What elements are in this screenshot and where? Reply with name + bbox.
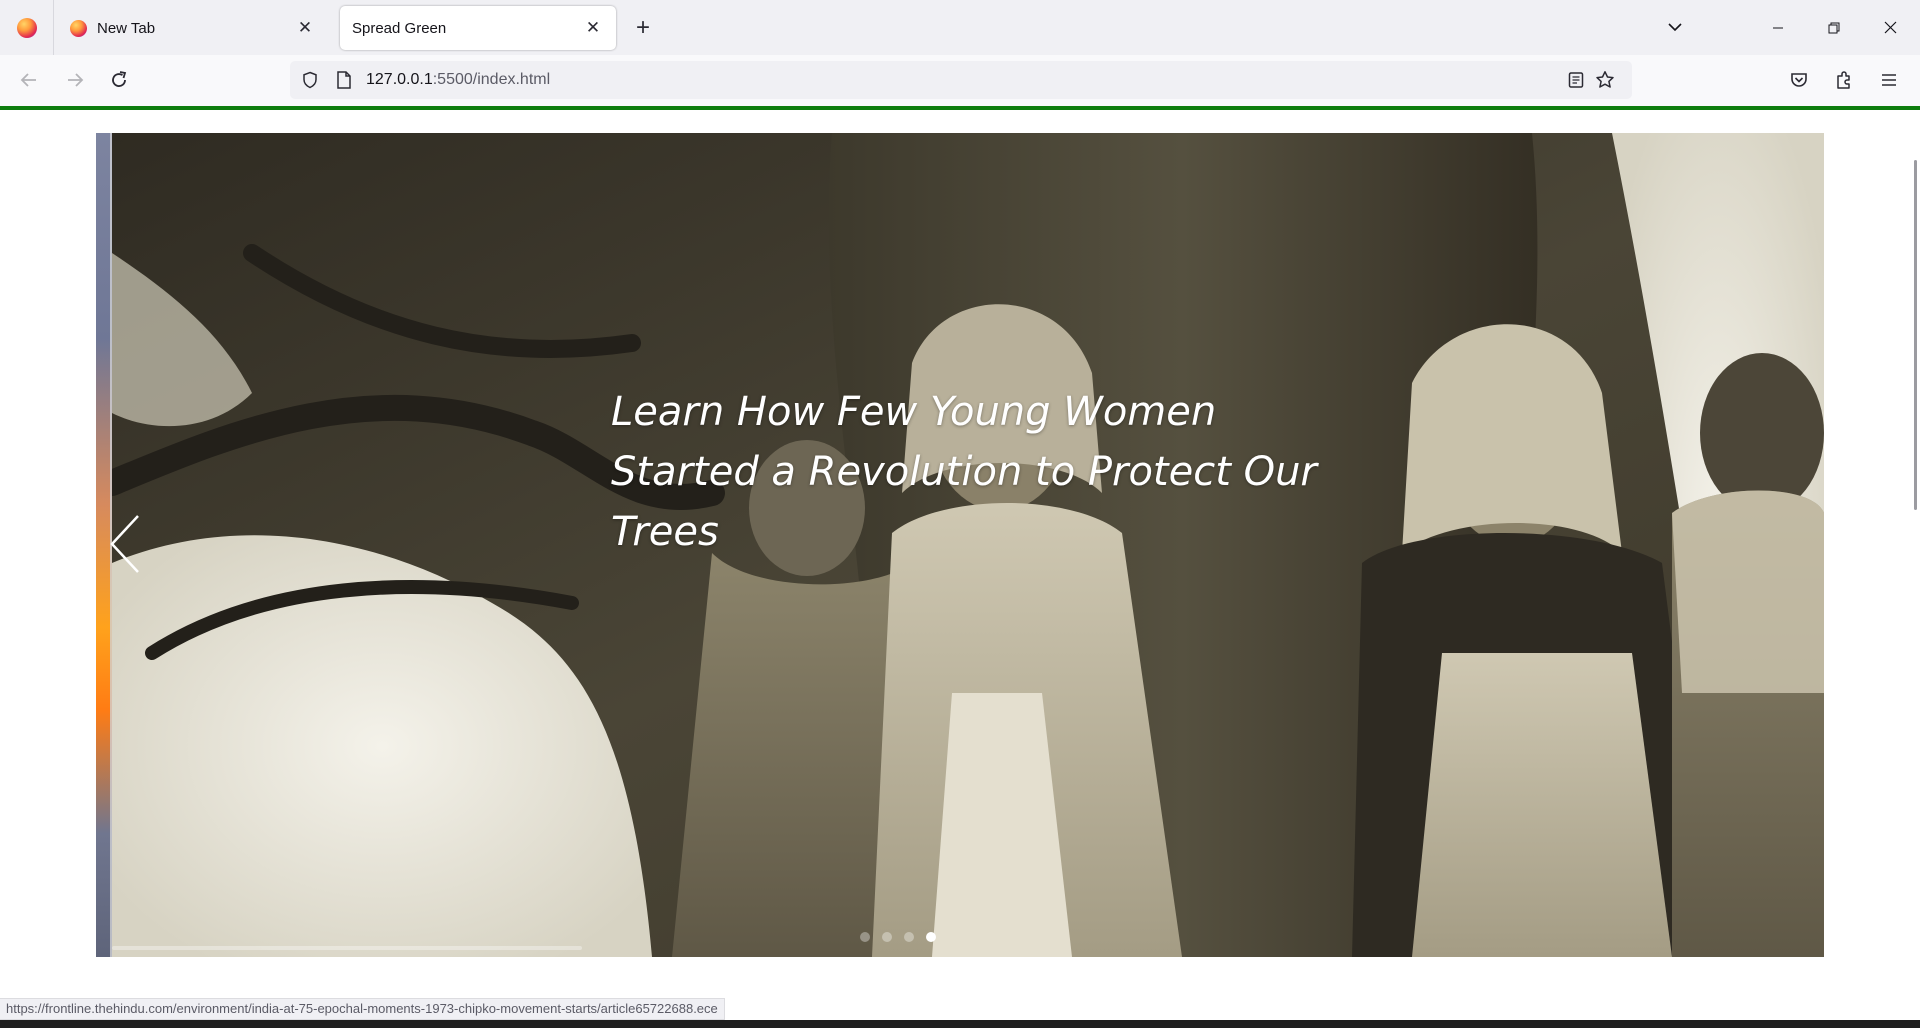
minimize-window-button[interactable]: [1750, 0, 1806, 55]
close-icon: [1884, 21, 1896, 34]
reader-view-icon[interactable]: [1564, 68, 1588, 92]
firefox-icon: [70, 19, 87, 37]
hamburger-menu-icon: [1882, 74, 1896, 86]
pocket-icon: [1791, 73, 1807, 87]
carousel-dot[interactable]: [904, 932, 914, 942]
extensions-button[interactable]: [1827, 63, 1861, 97]
restore-icon: [1828, 22, 1840, 33]
chevron-left-icon: [110, 515, 139, 573]
url-bar[interactable]: 127.0.0.1:5500/index.html: [290, 61, 1632, 99]
tab-title: Spread Green: [352, 19, 447, 37]
hero-carousel: Learn How Few Young Women Started a Revo…: [96, 133, 1824, 957]
reload-button[interactable]: [102, 63, 136, 97]
url-path: :5500/index.html: [432, 71, 551, 88]
tab-new-tab[interactable]: New Tab ✕: [58, 6, 328, 50]
close-tab-button[interactable]: ✕: [294, 17, 316, 39]
tab-strip: New Tab ✕ Spread Green ✕ +: [0, 0, 1920, 55]
list-all-tabs-button[interactable]: [1660, 12, 1690, 42]
extensions-icon: [1837, 71, 1850, 89]
shield-icon[interactable]: [298, 68, 322, 92]
new-tab-button[interactable]: +: [628, 13, 658, 43]
carousel-dot-active[interactable]: [926, 932, 936, 942]
back-button[interactable]: [12, 63, 46, 97]
tab-title: New Tab: [97, 19, 156, 37]
carousel-dot[interactable]: [882, 932, 892, 942]
carousel-dots: [860, 932, 936, 942]
close-tab-button[interactable]: ✕: [582, 17, 604, 39]
os-taskbar: [0, 1020, 1920, 1028]
forward-icon: [68, 73, 84, 87]
back-icon: [20, 73, 36, 87]
bookmark-star-icon[interactable]: [1593, 68, 1617, 92]
close-window-button[interactable]: [1862, 0, 1918, 55]
minimize-icon: [1773, 27, 1783, 28]
firefox-view-button[interactable]: [0, 0, 54, 55]
pocket-button[interactable]: [1782, 63, 1816, 97]
page-icon[interactable]: [332, 68, 356, 92]
app-menu-button[interactable]: [1872, 63, 1906, 97]
chevron-down-icon: [1668, 23, 1682, 32]
navigation-toolbar: 127.0.0.1:5500/index.html: [0, 55, 1920, 107]
slide-progress-bar: [112, 946, 582, 950]
tab-spread-green[interactable]: Spread Green ✕: [340, 6, 616, 50]
firefox-icon: [16, 17, 37, 38]
reload-icon: [112, 71, 127, 87]
carousel-prev-button[interactable]: [108, 514, 144, 574]
slide-caption: Learn How Few Young Women Started a Revo…: [611, 389, 1317, 555]
url-host: 127.0.0.1: [366, 71, 433, 88]
status-bar-link: https://frontline.thehindu.com/environme…: [0, 998, 725, 1020]
carousel-dot[interactable]: [860, 932, 870, 942]
forward-button[interactable]: [58, 63, 92, 97]
url-text[interactable]: 127.0.0.1:5500/index.html: [366, 71, 550, 89]
page-scrollbar[interactable]: [1914, 160, 1917, 510]
restore-window-button[interactable]: [1806, 0, 1862, 55]
